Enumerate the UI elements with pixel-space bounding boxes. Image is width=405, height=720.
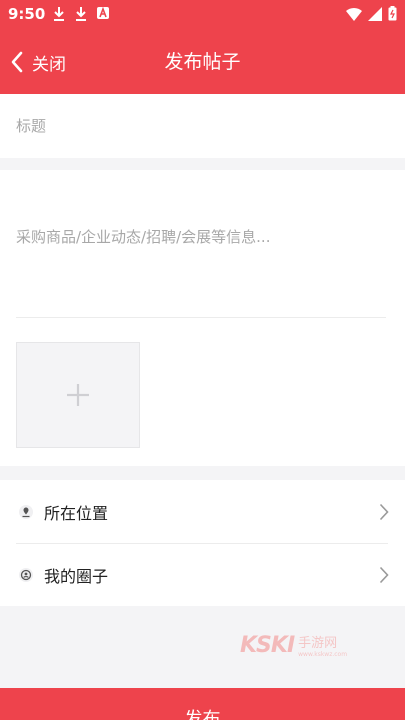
watermark-logo: KSKI	[240, 632, 295, 658]
watermark-domain: www.kskwz.com	[298, 651, 348, 658]
status-system-icons	[346, 6, 397, 21]
chevron-left-icon	[11, 51, 23, 73]
app-notification-icon	[97, 6, 109, 19]
circle-group-icon	[19, 567, 33, 582]
option-label: 所在位置	[44, 503, 109, 523]
battery-icon	[388, 6, 397, 21]
watermark-text-group: 手游网 www.kskwz.com	[298, 632, 347, 658]
signal-icon	[368, 6, 382, 21]
status-bar: 9:50	[0, 0, 405, 30]
watermark-text: 手游网	[298, 636, 338, 651]
option-location[interactable]: 所在位置	[0, 480, 405, 543]
divider	[16, 317, 386, 318]
title-input[interactable]	[16, 114, 386, 138]
content-section	[0, 170, 405, 466]
publish-button[interactable]: 发布	[0, 688, 405, 720]
close-label: 关闭	[32, 54, 66, 75]
chevron-right-icon	[379, 566, 389, 583]
plus-icon	[67, 384, 89, 406]
location-icon	[19, 504, 33, 519]
download-icon	[76, 7, 86, 21]
status-notifications	[52, 6, 110, 22]
title-field-row	[0, 94, 405, 158]
options-list: 所在位置 我的圈子	[0, 480, 405, 606]
app-header: 关闭 发布帖子	[0, 30, 405, 94]
content-textarea[interactable]	[16, 226, 388, 310]
status-time: 9:50	[8, 5, 46, 23]
chevron-right-icon	[379, 503, 389, 520]
option-my-circle[interactable]: 我的圈子	[0, 543, 405, 606]
watermark: KSKI 手游网 www.kskwz.com	[240, 632, 347, 659]
download-icon	[54, 7, 64, 21]
option-label: 我的圈子	[44, 566, 109, 586]
wifi-icon	[346, 7, 362, 21]
add-image-button[interactable]	[16, 342, 140, 448]
close-button[interactable]: 关闭	[10, 30, 66, 94]
